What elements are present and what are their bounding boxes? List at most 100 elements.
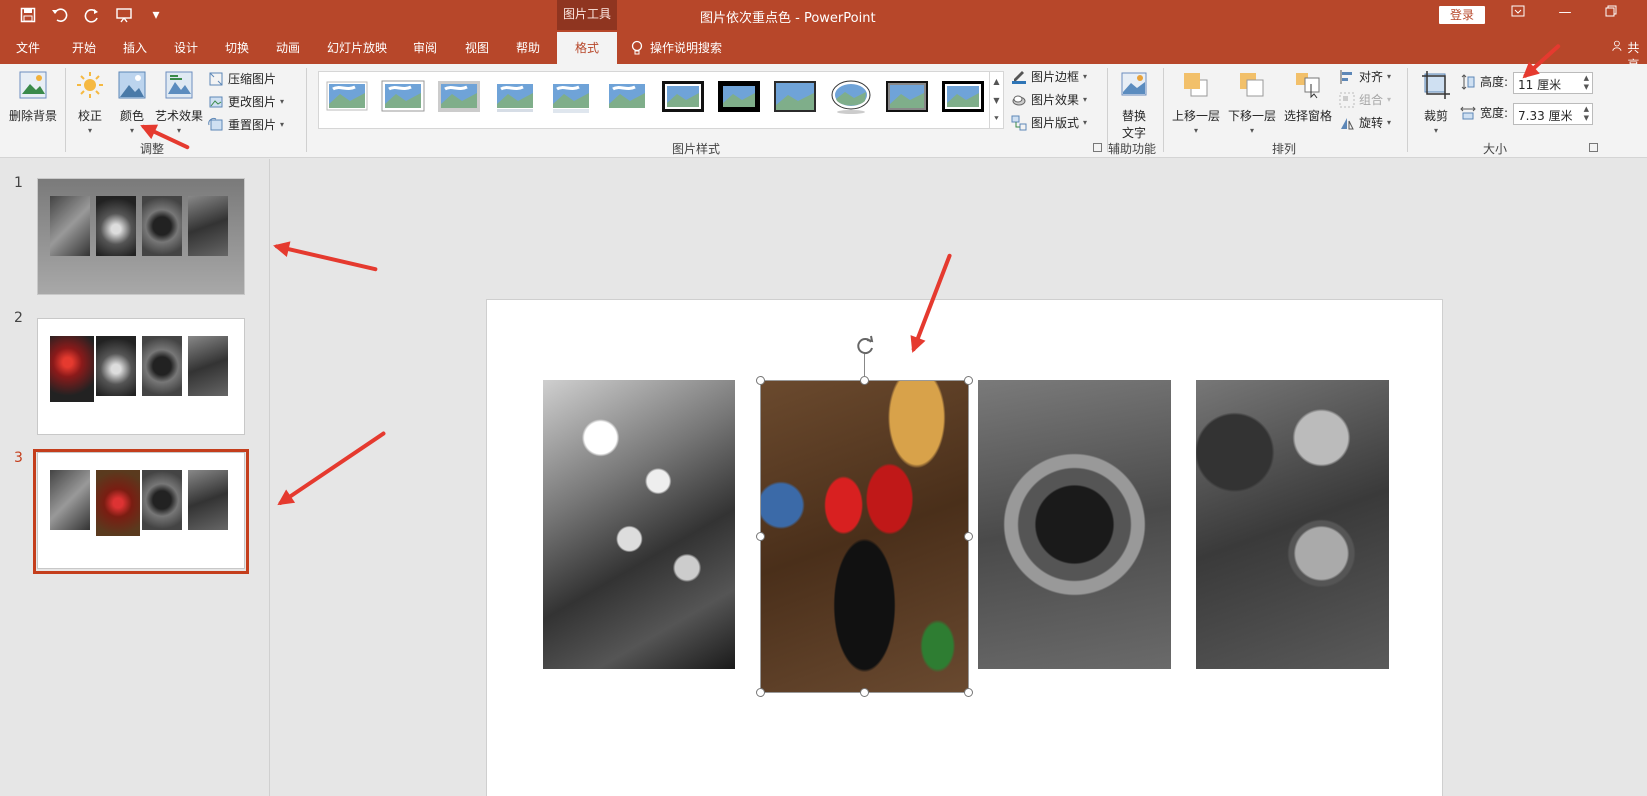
document-title: 图片依次重点色 - PowerPoint bbox=[700, 11, 876, 26]
slide-canvas[interactable] bbox=[486, 299, 1443, 796]
picture-style-7[interactable] bbox=[661, 79, 705, 115]
picture-layout-button[interactable]: 图片版式 ▾ bbox=[1011, 114, 1087, 131]
remove-background-icon bbox=[19, 71, 47, 99]
effects-icon bbox=[1012, 95, 1026, 105]
resize-handle[interactable] bbox=[964, 376, 973, 385]
group-separator bbox=[306, 68, 307, 152]
tab-animations[interactable]: 动画 bbox=[276, 39, 300, 56]
restore-icon[interactable] bbox=[1599, 5, 1623, 25]
spinner-icon[interactable]: ▲ ▼ bbox=[1584, 105, 1589, 123]
gallery-more-icon[interactable]: ⯆ bbox=[990, 110, 1003, 128]
chevron-down-icon: ▾ bbox=[280, 97, 285, 106]
undo-icon[interactable] bbox=[50, 6, 70, 24]
alt-text-label-line2: 文字 bbox=[1121, 126, 1146, 140]
tab-review[interactable]: 审阅 bbox=[413, 39, 437, 56]
resize-handle[interactable] bbox=[964, 688, 973, 697]
chevron-up-icon[interactable]: ▲ bbox=[990, 72, 1003, 91]
picture-style-6[interactable] bbox=[605, 79, 649, 115]
tab-home[interactable]: 开始 bbox=[72, 39, 96, 56]
tab-design[interactable]: 设计 bbox=[174, 39, 198, 56]
reset-picture-button[interactable]: 重置图片 ▾ bbox=[208, 116, 284, 133]
artistic-effects-button[interactable]: 艺术效果 ▾ bbox=[154, 70, 204, 135]
minimize-icon[interactable]: — bbox=[1553, 5, 1577, 25]
tell-me-search[interactable]: 操作说明搜索 bbox=[630, 39, 722, 56]
slide-photo-4-grayscale[interactable] bbox=[1196, 380, 1389, 669]
picture-border-button[interactable]: 图片边框 ▾ bbox=[1011, 68, 1087, 85]
align-button[interactable]: 对齐 ▾ bbox=[1339, 68, 1391, 85]
slide-number-selected: 3 bbox=[14, 450, 23, 466]
tab-format[interactable]: 格式 bbox=[557, 32, 617, 64]
redo-icon[interactable] bbox=[82, 6, 102, 24]
picture-style-11[interactable] bbox=[885, 79, 929, 115]
presenter-icon[interactable] bbox=[114, 6, 134, 24]
resize-handle[interactable] bbox=[756, 376, 765, 385]
login-button[interactable]: 登录 bbox=[1439, 6, 1485, 24]
thumbnail-photo bbox=[50, 336, 94, 402]
chevron-down-icon: ▾ bbox=[1387, 72, 1392, 81]
compress-pictures-button[interactable]: 压缩图片 bbox=[208, 70, 276, 87]
title-bar: ▾ 图片工具 图片依次重点色 - PowerPoint 登录 — bbox=[0, 0, 1647, 30]
picture-style-1[interactable] bbox=[325, 79, 369, 115]
picture-style-2[interactable] bbox=[381, 79, 425, 115]
send-backward-label: 下移一层 bbox=[1227, 109, 1276, 123]
picture-style-8[interactable] bbox=[717, 79, 761, 115]
tab-transitions[interactable]: 切换 bbox=[225, 39, 249, 56]
chevron-down-icon: ▾ bbox=[1193, 126, 1198, 135]
send-backward-button[interactable]: 下移一层 ▾ bbox=[1226, 70, 1278, 135]
tab-view[interactable]: 视图 bbox=[465, 39, 489, 56]
chevron-down-icon: ▾ bbox=[1083, 72, 1088, 81]
chevron-down-icon[interactable]: ▼ bbox=[990, 91, 1003, 110]
dialog-launcher-icon[interactable] bbox=[1589, 143, 1598, 152]
rotate-handle-icon[interactable] bbox=[854, 334, 876, 356]
slide-thumbnail-1[interactable] bbox=[37, 178, 245, 295]
thumbnail-photo bbox=[142, 196, 182, 256]
group-icon bbox=[1339, 92, 1355, 107]
tab-slideshow[interactable]: 幻灯片放映 bbox=[327, 39, 387, 56]
tab-insert[interactable]: 插入 bbox=[123, 39, 147, 56]
tab-help[interactable]: 帮助 bbox=[516, 39, 540, 56]
group-label: 组合 bbox=[1359, 93, 1384, 107]
picture-style-10[interactable] bbox=[829, 79, 873, 115]
accessibility-group-name: 辅助功能 bbox=[1108, 142, 1157, 156]
crop-icon bbox=[1422, 71, 1450, 99]
ribbon-display-icon[interactable] bbox=[1506, 5, 1530, 25]
change-picture-icon bbox=[209, 96, 223, 107]
slide-number: 2 bbox=[14, 310, 23, 326]
width-input[interactable]: 7.33 厘米 ▲ ▼ bbox=[1513, 103, 1593, 125]
alt-text-button[interactable]: 替换 文字 bbox=[1114, 70, 1154, 141]
picture-style-12[interactable] bbox=[941, 79, 985, 115]
save-icon[interactable] bbox=[18, 6, 38, 24]
remove-background-button[interactable]: 删除背景 bbox=[8, 70, 58, 124]
group-button[interactable]: 组合 ▾ bbox=[1339, 91, 1391, 108]
customize-qat-icon[interactable]: ▾ bbox=[146, 6, 166, 24]
width-label: 宽度: bbox=[1480, 106, 1509, 120]
thumbnail-photo bbox=[188, 196, 228, 256]
crop-button[interactable]: 裁剪 ▾ bbox=[1418, 70, 1454, 135]
picture-style-5[interactable] bbox=[549, 79, 593, 115]
change-picture-button[interactable]: 更改图片 ▾ bbox=[208, 93, 284, 110]
bring-forward-button[interactable]: 上移一层 ▾ bbox=[1170, 70, 1222, 135]
picture-style-9[interactable] bbox=[773, 79, 817, 115]
gallery-scroll[interactable]: ▲ ▼ ⯆ bbox=[990, 71, 1004, 129]
resize-handle[interactable] bbox=[964, 532, 973, 541]
resize-handle[interactable] bbox=[860, 376, 869, 385]
resize-handle[interactable] bbox=[860, 688, 869, 697]
ribbon-tabs: 文件 开始 插入 设计 切换 动画 幻灯片放映 审阅 视图 帮助 格式 操作说明… bbox=[0, 30, 1647, 72]
selection-pane-button[interactable]: 选择窗格 bbox=[1282, 70, 1334, 124]
tab-file[interactable]: 文件 bbox=[16, 39, 40, 56]
picture-style-3[interactable] bbox=[437, 79, 481, 115]
size-group-name: 大小 bbox=[1483, 142, 1508, 156]
spinner-icon[interactable]: ▲ ▼ bbox=[1584, 74, 1589, 92]
slide-photo-1-grayscale[interactable] bbox=[543, 380, 735, 669]
picture-style-4[interactable] bbox=[493, 79, 537, 115]
thumbnail-photo bbox=[142, 336, 182, 396]
width-icon bbox=[1460, 106, 1476, 119]
rotate-button[interactable]: 旋转 ▾ bbox=[1339, 114, 1391, 131]
dialog-launcher-icon[interactable] bbox=[1093, 143, 1102, 152]
slide-thumbnail-2[interactable] bbox=[37, 318, 245, 435]
corrections-button[interactable]: 校正 ▾ bbox=[72, 70, 108, 135]
picture-effects-button[interactable]: 图片效果 ▾ bbox=[1011, 91, 1087, 108]
resize-handle[interactable] bbox=[756, 532, 765, 541]
resize-handle[interactable] bbox=[756, 688, 765, 697]
slide-photo-3-grayscale[interactable] bbox=[978, 380, 1171, 669]
